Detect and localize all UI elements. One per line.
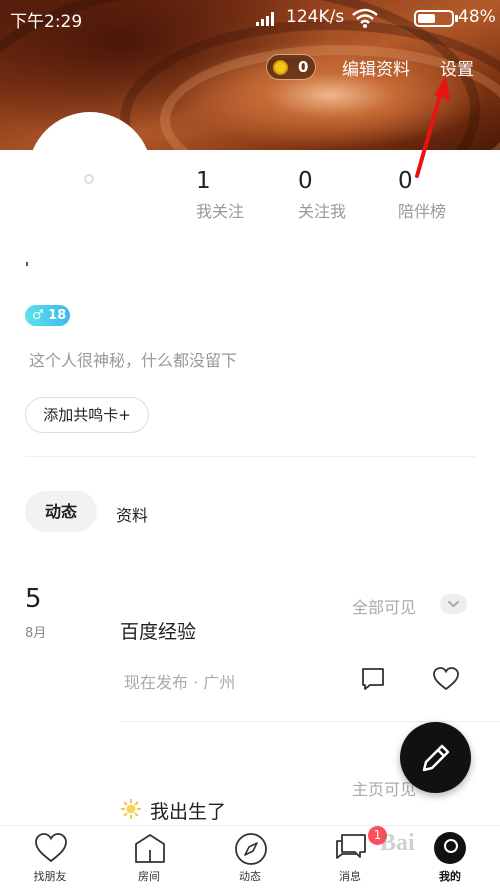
stat-label: 我关注 — [196, 202, 245, 221]
gender-age-badge: ♂ 18 — [25, 305, 70, 326]
bio-text[interactable]: 这个人很神秘，什么都没留下 — [29, 347, 237, 371]
nav-messages[interactable]: 1 消息 — [310, 826, 390, 889]
pencil-icon — [422, 744, 450, 772]
post-visibility[interactable]: 全部可见 — [352, 594, 416, 618]
coin-icon — [273, 60, 288, 75]
post-month: 8月 — [25, 626, 47, 641]
post-title[interactable]: 我出生了 — [150, 797, 226, 824]
heart-icon[interactable] — [432, 666, 460, 692]
chevron-down-icon — [448, 601, 459, 608]
sun-icon — [121, 799, 141, 819]
post-visibility[interactable]: 主页可见 — [352, 776, 416, 800]
stat-label: 陪伴榜 — [398, 202, 447, 221]
visibility-dropdown[interactable] — [440, 594, 467, 614]
watermark: Bai — [380, 830, 415, 856]
network-speed: 124K/s — [286, 7, 345, 27]
tab-feed[interactable]: 动态 — [25, 491, 97, 532]
battery-percent: 48% — [458, 7, 496, 27]
nav-label: 我的 — [439, 870, 461, 883]
nav-find-friends[interactable]: 找朋友 — [10, 826, 90, 889]
section-divider — [25, 456, 475, 457]
stat-value: 0 — [298, 168, 313, 194]
tab-profile[interactable]: 资料 — [116, 502, 148, 526]
nickname-mark — [26, 262, 28, 266]
signal-icon — [256, 12, 274, 26]
nav-label: 动态 — [239, 870, 261, 883]
wifi-icon — [352, 8, 378, 28]
bottom-nav: 找朋友 房间 动态 1 消息 我的 — [0, 825, 500, 889]
battery-icon — [414, 10, 454, 27]
status-time: 下午2:29 — [10, 12, 83, 32]
post-day: 5 — [25, 584, 42, 614]
house-icon — [135, 834, 165, 863]
post-meta: 现在发布 · 广州 — [124, 673, 236, 692]
stat-label: 关注我 — [298, 202, 347, 221]
user-icon — [434, 832, 466, 864]
nav-label: 消息 — [339, 870, 361, 883]
compass-icon — [235, 833, 267, 865]
status-bar: 下午2:29 124K/s 48% — [0, 0, 500, 34]
coin-balance-button[interactable]: 0 — [266, 54, 316, 80]
add-resonance-card-button[interactable]: 添加共鸣卡+ — [25, 397, 149, 433]
nav-rooms[interactable]: 房间 — [109, 826, 189, 889]
coin-count: 0 — [298, 58, 309, 76]
post-title[interactable]: 百度经验 — [120, 617, 196, 644]
avatar[interactable] — [28, 112, 152, 236]
heart-icon — [35, 833, 67, 863]
stat-value: 1 — [196, 168, 211, 194]
stat-companion-rank[interactable]: 0 陪伴榜 — [398, 168, 488, 222]
compose-button[interactable] — [400, 722, 471, 793]
stat-value: 0 — [398, 168, 413, 194]
comment-icon[interactable] — [360, 666, 386, 692]
settings-link[interactable]: 设置 — [440, 55, 474, 80]
edit-profile-link[interactable]: 编辑资料 — [342, 55, 410, 80]
nav-label: 找朋友 — [33, 870, 67, 883]
nav-label: 房间 — [138, 870, 160, 883]
avatar-placeholder-icon — [84, 174, 94, 184]
stat-followers[interactable]: 0 关注我 — [298, 168, 388, 222]
stat-following[interactable]: 1 我关注 — [196, 168, 286, 222]
nav-me[interactable]: 我的 — [410, 826, 490, 889]
nav-moments[interactable]: 动态 — [210, 826, 290, 889]
chat-icon — [336, 834, 366, 859]
